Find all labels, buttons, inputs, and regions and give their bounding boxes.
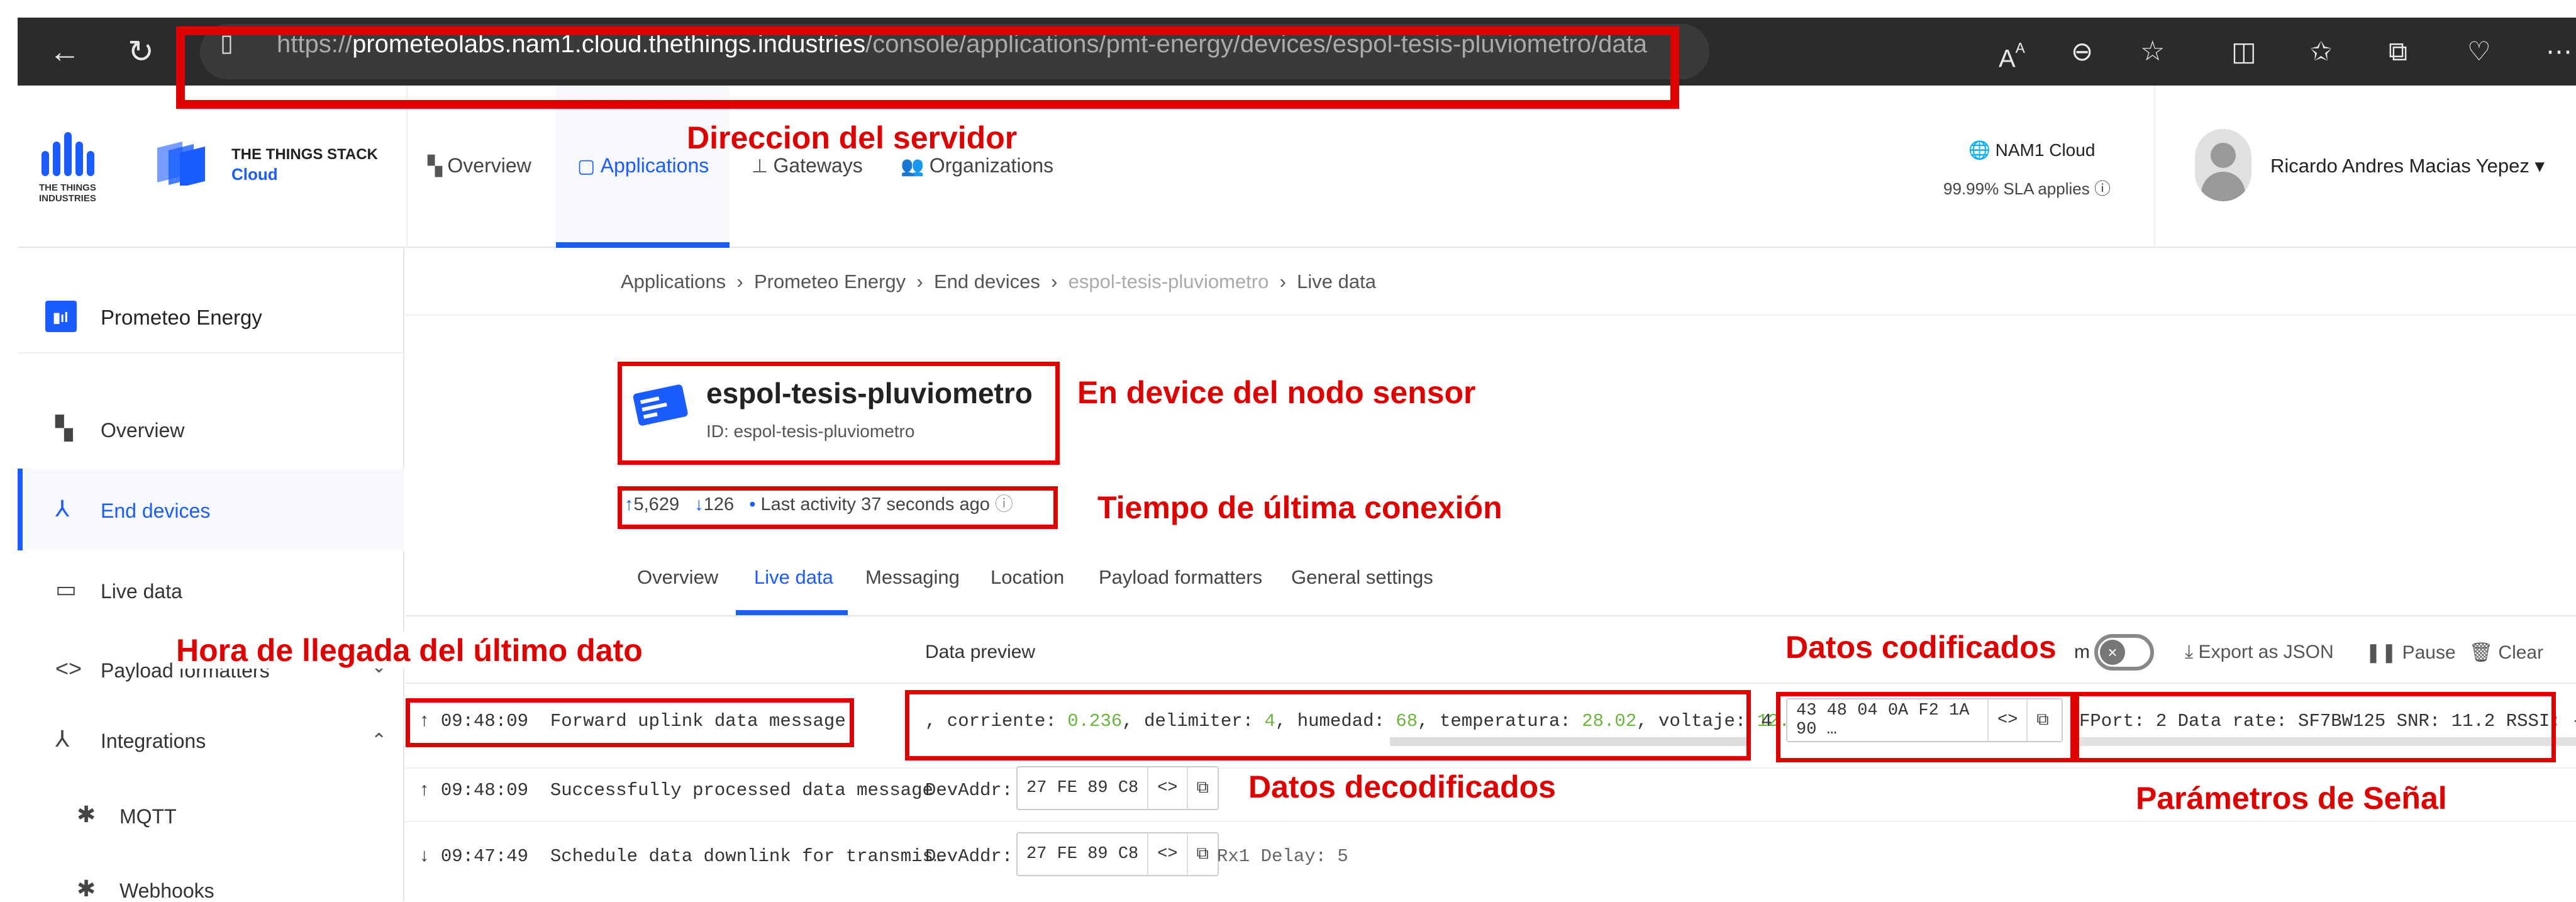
gateway-icon: ⊥ (752, 156, 774, 177)
zoom-icon[interactable]: ⊖ (2071, 33, 2093, 70)
annotation-signal: Parámetros de Señal (2136, 781, 2447, 816)
breadcrumb-current: Live data (1297, 270, 1376, 292)
export-json-button[interactable]: ⤓ Export as JSON (2185, 642, 2334, 663)
globe-icon: 🌐 (1968, 140, 1996, 160)
breadcrumb-application[interactable]: Prometeo Energy (754, 270, 906, 292)
sidebar-item-end-devices[interactable]: End devices (101, 499, 210, 523)
breadcrumb-device[interactable]: espol-tesis-pluviometro (1069, 270, 1269, 292)
annotation-decoded: Datos decodificados (1248, 769, 1556, 805)
devaddr-field[interactable]: 27 FE 89 C8 <> ⧉ (1016, 766, 1219, 810)
pause-button[interactable]: ❚❚ Pause (2365, 642, 2456, 664)
nav-organizations[interactable]: 👥 Organizations (901, 154, 1053, 177)
sla-info[interactable]: 99.99% SLA applies ⓘ (1943, 176, 2111, 199)
tab-live-data[interactable]: Live data (754, 566, 833, 589)
table-row[interactable]: ↓ 09:47:49 Schedule data downlink for tr… (419, 846, 944, 867)
pause-icon: ❚❚ (2365, 642, 2402, 663)
tti-logo-text: THE THINGS INDUSTRIES (39, 182, 96, 204)
refresh-icon[interactable]: ↻ (128, 33, 154, 70)
annotation-box-url (176, 26, 1679, 109)
tts-logo-cloud: Cloud (231, 165, 278, 184)
active-indicator (18, 469, 23, 550)
annotation-last-connection: Tiempo de última conexión (1097, 490, 1502, 525)
chevron-up-icon[interactable]: ⌃ (371, 730, 387, 752)
annotation-box-decoded (905, 690, 1751, 760)
devaddr-label: DevAddr: (925, 846, 1013, 867)
breadcrumb: Applications › Prometeo Energy › End dev… (621, 270, 1376, 292)
format-toggle-icon: <> (1148, 767, 1188, 809)
copy-icon: ⧉ (1196, 845, 1209, 864)
browser-essentials-icon[interactable]: ♡ (2467, 33, 2491, 70)
breadcrumb-end-devices[interactable]: End devices (934, 270, 1040, 292)
nav-gateways[interactable]: ⊥ Gateways (752, 154, 863, 177)
puzzle-icon: ✱ (77, 801, 96, 827)
nav-applications[interactable]: ▢ Applications (577, 154, 709, 177)
tab-location[interactable]: Location (991, 566, 1064, 589)
tab-active-indicator (736, 610, 848, 615)
applications-icon: ▢ (577, 156, 601, 177)
nav-overview[interactable]: ▚ Overview (428, 154, 531, 177)
webhooks-icon: ✱ (77, 876, 96, 901)
split-screen-icon[interactable]: ◫ (2231, 33, 2257, 70)
sidebar-item-overview[interactable]: Overview (101, 419, 184, 442)
tts-logo-text: THE THINGS STACK (231, 146, 378, 163)
back-icon[interactable]: ← (49, 33, 80, 70)
tab-messaging[interactable]: Messaging (865, 566, 960, 589)
sidebar-item-live-data[interactable]: Live data (101, 580, 182, 603)
tts-logo-icon (157, 142, 205, 186)
annotation-box-activity (618, 486, 1058, 529)
end-devices-icon: ⅄ (55, 496, 69, 521)
data-preview-header: Data preview (925, 642, 1036, 662)
annotation-box-arrival (406, 698, 854, 747)
collections-icon[interactable]: ⧉ (2389, 33, 2407, 70)
application-name: Prometeo Energy (101, 306, 262, 329)
user-menu[interactable]: Ricardo Andres Macias Yepez ▾ (2270, 155, 2545, 177)
caret-down-icon: ▾ (2529, 155, 2545, 177)
sidebar-item-webhooks[interactable]: Webhooks (119, 879, 214, 901)
verbose-label: m (2074, 642, 2090, 662)
favorite-star-icon[interactable]: ☆ (2140, 33, 2165, 70)
annotation-encoded: Datos codificados (1785, 629, 2057, 665)
more-icon[interactable]: ⋯ (2546, 33, 2572, 70)
integrations-icon: ⅄ (55, 726, 69, 752)
format-toggle-icon: <> (1148, 833, 1188, 875)
download-icon: ⤓ (2185, 642, 2199, 662)
breadcrumb-applications[interactable]: Applications (621, 270, 726, 292)
verbose-toggle[interactable]: × (2094, 634, 2154, 671)
app-header (18, 86, 2576, 248)
favorites-icon[interactable]: ✩ (2310, 33, 2332, 70)
tti-logo-icon (42, 132, 94, 176)
clear-button[interactable]: 🗑 Clear (2469, 642, 2543, 664)
trash-icon: 🗑 (2469, 642, 2499, 663)
devaddr-label: DevAddr: (925, 780, 1013, 801)
cluster-selector[interactable]: 🌐 NAM1 Cloud (1968, 140, 2095, 160)
tab-general-settings[interactable]: General settings (1291, 566, 1433, 589)
frm-prefix: 4 (1761, 711, 1772, 732)
application-icon: ▮ıl (45, 301, 77, 332)
tab-payload-formatters[interactable]: Payload formatters (1099, 566, 1262, 589)
help-icon: ⓘ (2089, 179, 2111, 198)
annotation-device: En device del nodo sensor (1077, 375, 1476, 410)
overview-icon: ▚ (55, 415, 73, 441)
nav-active-indicator (556, 242, 730, 248)
read-aloud-icon[interactable]: Aᴬ (1999, 33, 2025, 77)
rx1-delay: Rx1 Delay: 5 (1217, 846, 1348, 867)
code-icon: <> (55, 655, 82, 681)
organizations-icon: 👥 (901, 156, 930, 177)
copy-icon: ⧉ (1196, 779, 1209, 798)
tab-overview[interactable]: Overview (637, 566, 718, 589)
annotation-box-signal (2075, 692, 2556, 762)
sidebar-item-integrations[interactable]: Integrations (101, 730, 206, 753)
annotation-box-encoded (1776, 692, 2075, 762)
live-data-icon: ▭ (55, 576, 77, 602)
table-row[interactable]: ↑ 09:48:09 Successfully processed data m… (419, 780, 933, 801)
devaddr-field[interactable]: 27 FE 89 C8 <> ⧉ (1016, 832, 1219, 876)
sidebar-item-mqtt[interactable]: MQTT (119, 805, 177, 828)
annotation-server: Direccion del servidor (687, 120, 1018, 155)
annotation-arrival: Hora de llegada del último dato (176, 632, 643, 669)
annotation-box-device (618, 362, 1060, 465)
avatar[interactable] (2195, 129, 2251, 201)
dashboard-icon: ▚ (428, 156, 448, 177)
sidebar (18, 248, 404, 901)
